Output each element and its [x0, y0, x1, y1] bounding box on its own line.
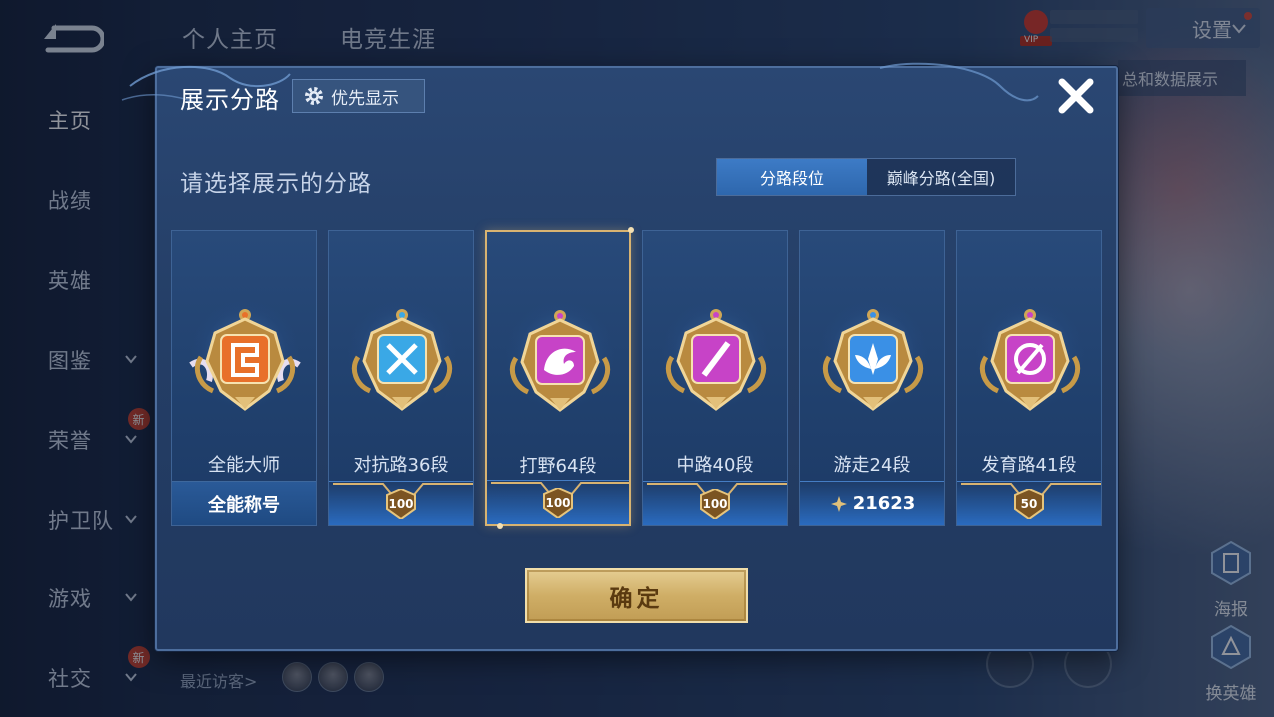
lane-card[interactable]: 对抗路36段 100 [328, 230, 474, 526]
rank-badge-icon [666, 309, 766, 411]
priority-display-label: 优先显示 [331, 88, 399, 109]
peak-points-value: 21623 [852, 493, 916, 514]
rank-badge-icon [189, 309, 301, 411]
lane-rank-label: 游走24段 [833, 455, 911, 476]
lane-card[interactable]: 中路40段 100 [642, 230, 788, 526]
star-count-badge: 50 [1009, 488, 1049, 519]
star-count-badge: 100 [538, 487, 578, 518]
card-footer: 21623 [800, 481, 944, 525]
star-count-badge: 100 [695, 488, 735, 519]
dialog-subtitle: 请选择展示的分路 [180, 171, 372, 197]
lane-card[interactable]: 全能大师 全能称号 [171, 230, 317, 526]
card-footer: 100 [329, 481, 473, 525]
star-count: 50 [1020, 496, 1038, 511]
card-footer: 50 [957, 481, 1101, 525]
confirm-button[interactable]: 确定 [525, 568, 748, 623]
rank-badge-icon [980, 309, 1080, 411]
lane-card[interactable]: 打野64段 100 [485, 230, 631, 526]
lane-rank-label: 中路40段 [676, 455, 754, 476]
star-count-badge: 100 [381, 488, 421, 519]
card-footer: 100 [643, 481, 787, 525]
lane-mode-toggle: 分路段位 巅峰分路(全国) [716, 158, 1016, 196]
rank-badge-icon [352, 309, 452, 411]
peak-points-icon [830, 495, 847, 512]
star-count: 100 [388, 496, 414, 511]
toggle-lane-rank[interactable]: 分路段位 [717, 159, 867, 195]
selection-corner-dot [497, 523, 503, 529]
title-label: 全能称号 [208, 494, 280, 516]
dialog-title: 展示分路 [180, 86, 280, 114]
card-footer: 100 [487, 480, 631, 524]
close-icon[interactable] [1054, 74, 1098, 118]
lane-rank-label: 全能大师 [208, 455, 280, 476]
lane-rank-label: 发育路41段 [981, 455, 1077, 476]
priority-display-button[interactable]: 优先显示 [292, 79, 425, 113]
lane-rank-label: 对抗路36段 [353, 455, 449, 476]
rank-badge-icon [510, 310, 610, 412]
toggle-peak-lane[interactable]: 巅峰分路(全国) [867, 159, 1015, 195]
star-count: 100 [545, 495, 571, 510]
rank-badge-icon [823, 309, 923, 411]
star-count: 100 [702, 496, 728, 511]
gear-icon [305, 87, 323, 105]
card-footer: 全能称号 [172, 481, 316, 525]
lane-card[interactable]: 游走24段 21623 [799, 230, 945, 526]
lane-rank-label: 打野64段 [519, 456, 597, 477]
selection-corner-dot [628, 227, 634, 233]
lane-card[interactable]: 发育路41段 50 [956, 230, 1102, 526]
